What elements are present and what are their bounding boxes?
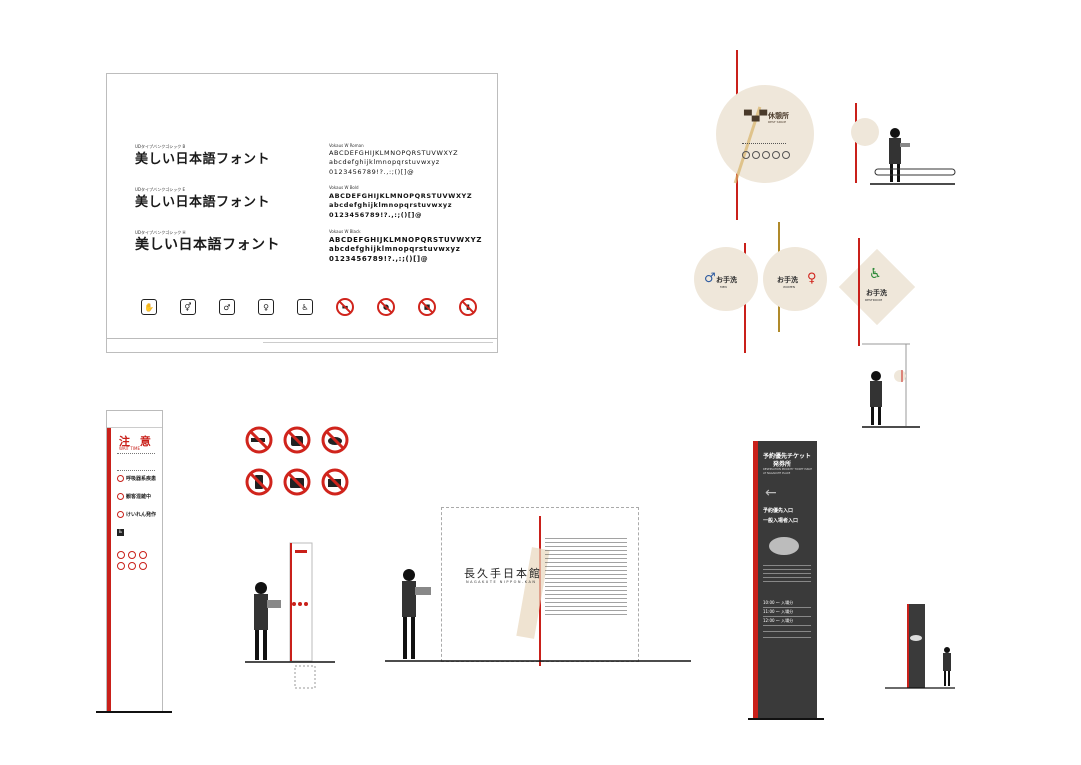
small-pictogram-icon (752, 151, 760, 159)
time-row: 11:00 ～ 入場分 (763, 608, 811, 617)
latin-digits: 0123456789!?.,:;()[]@ (329, 211, 423, 219)
caution-body-text (117, 453, 155, 471)
caution-totem: 注 意 WAIT TIME 呼吸器系疾患 観客混雑中 けいれん発作 ♿ (106, 410, 163, 712)
no-phone-icon (245, 468, 273, 496)
type-specimen-board: UDタイプバンクゴシック B 美しい日本語フォント UDタイプバンクゴシック E… (106, 73, 498, 353)
latin-lower: abcdefghijklmnopqrstuvwxyz (329, 158, 440, 166)
prohibit-icon (117, 511, 124, 518)
no-food-icon (128, 551, 136, 559)
person-with-bench-illustration (870, 128, 956, 185)
caution-item: 観客混雑中 (117, 493, 151, 500)
latin-digits: 0123456789!?.,:;()[]@ (329, 168, 415, 176)
men-label: お手洗 (716, 276, 737, 284)
ticket-title-2: 発券所 (773, 461, 792, 468)
prohibit-icon (117, 493, 124, 500)
men-icon: ♂ (704, 271, 716, 286)
no-shoes-icon (139, 562, 147, 570)
red-pole-line (858, 238, 860, 346)
time-row: 10:00 ～ 入場分 (763, 599, 811, 608)
caution-item: けいれん発作 (117, 511, 156, 518)
arrow-left-icon: ← (765, 485, 777, 501)
latin-lower: abcdefghijklmnopqrstuvwxyz (329, 245, 461, 253)
entry-2: 一般入場者入口 (763, 518, 799, 524)
no-phone-icon (117, 562, 125, 570)
no-food-icon: ● (377, 298, 395, 316)
pictogram-row: ✋ ⚥ ♂ ♀ ♿ ▬ ● ■ ▮ (141, 298, 477, 316)
small-pictogram-icon (762, 151, 770, 159)
rest-space-disc: ▀▄▀ 休憩所 REST SPACE (716, 85, 814, 184)
small-pictogram-icon (772, 151, 780, 159)
rest-subtitle: REST SPACE (768, 120, 787, 124)
person-at-wall-illustration (385, 569, 691, 662)
totem-red-edge (107, 427, 111, 711)
map-blob (769, 537, 799, 555)
jp-font-sample: 美しい日本語フォント (135, 195, 271, 210)
rest-icon-row (742, 151, 790, 159)
men-sub: MEN (720, 285, 727, 289)
ticket-notes (763, 565, 811, 585)
info-text-lines (742, 143, 786, 146)
ticket-en: RESERVATION PRIORITY TICKET ISSUE AT NAG… (763, 468, 812, 475)
no-video-icon (321, 468, 349, 496)
jp-font-sample: 美しい日本語フォント (135, 152, 271, 167)
latin-upper: ABCDEFGHIJKLMNOPQRSTUVWXYZ (329, 192, 473, 200)
restroom-men-disc: ♂ お手洗 MEN (694, 247, 758, 311)
men-icon: ♂ (219, 299, 235, 315)
latin-upper: ABCDEFGHIJKLMNOPQRSTUVWXYZ (329, 149, 459, 157)
totem-prohibit-grid (117, 551, 147, 570)
small-pictogram-icon (782, 151, 790, 159)
accessible-sub: RESTROOM (865, 298, 883, 302)
women-icon: ♀ (258, 299, 274, 315)
hand-stop-icon: ✋ (141, 299, 157, 315)
prohibit-icon (117, 475, 124, 482)
ground-line (748, 718, 824, 720)
women-sub: WOMEN (783, 285, 796, 289)
no-smoking-icon: ▬ (336, 298, 354, 316)
no-bag-icon (128, 562, 136, 570)
latin-font-name: Vokaus W Bold (329, 185, 359, 190)
no-smoking-icon (245, 426, 273, 454)
small-pictogram-icon (742, 151, 750, 159)
restroom-icon: ⚥ (180, 299, 196, 315)
latin-lower: abcdefghijklmnopqrstuvwxyz (329, 201, 453, 209)
no-phone-icon: ▮ (459, 298, 477, 316)
restroom-accessible-diamond: ♿ お手洗 RESTROOM (838, 248, 916, 326)
no-photo-icon: ■ (418, 298, 436, 316)
time-table: 10:00 ～ 入場分 11:00 ～ 入場分 12:00 ～ 入場分 (763, 599, 811, 638)
totem-red-edge (753, 441, 758, 718)
totem-top-rule (107, 427, 162, 428)
person-with-ticket-totem-illustration (885, 604, 955, 689)
accessible-label: お手洗 (866, 289, 887, 297)
latin-font-name: Vokaus W Black (329, 229, 361, 234)
diamond-bg (838, 248, 916, 326)
entry-1: 予約優先入口 (763, 508, 794, 514)
time-row-empty (763, 632, 811, 638)
women-label: お手洗 (777, 276, 798, 284)
latin-upper: ABCDEFGHIJKLMNOPQRSTUVWXYZ (329, 236, 482, 244)
latin-font-name: Vokaus W Roman (329, 143, 364, 148)
no-photo-icon (139, 551, 147, 559)
caution-subtitle: WAIT TIME (119, 446, 140, 451)
ground-line (96, 711, 172, 713)
scale-rule (263, 342, 493, 343)
ticket-totem: 予約優先チケット 発券所 RESERVATION PRIORITY TICKET… (753, 441, 817, 718)
baseline-rule (107, 338, 497, 339)
bench-icon: ▀▄▀ (744, 111, 768, 122)
person-with-hanging-sign-illustration (862, 343, 920, 428)
wheelchair-icon: ♿ (869, 266, 882, 282)
no-photo-icon (283, 468, 311, 496)
time-row: 12:00 ～ 入場分 (763, 617, 811, 626)
wheelchair-icon: ♿ (297, 299, 313, 315)
prohibition-icons-grid (245, 426, 349, 496)
person-with-totem-illustration (245, 542, 335, 689)
caution-item: 呼吸器系疾患 (117, 475, 156, 482)
wheelchair-icon: ♿ (117, 529, 124, 536)
restroom-women-disc: お手洗 WOMEN ♀ (763, 247, 827, 311)
jp-font-sample: 美しい日本語フォント (135, 237, 280, 253)
no-food-icon (283, 426, 311, 454)
women-icon: ♀ (807, 271, 817, 286)
no-pets-icon (321, 426, 349, 454)
no-smoking-icon (117, 551, 125, 559)
latin-digits: 0123456789!?.,:;()[]@ (329, 255, 429, 263)
